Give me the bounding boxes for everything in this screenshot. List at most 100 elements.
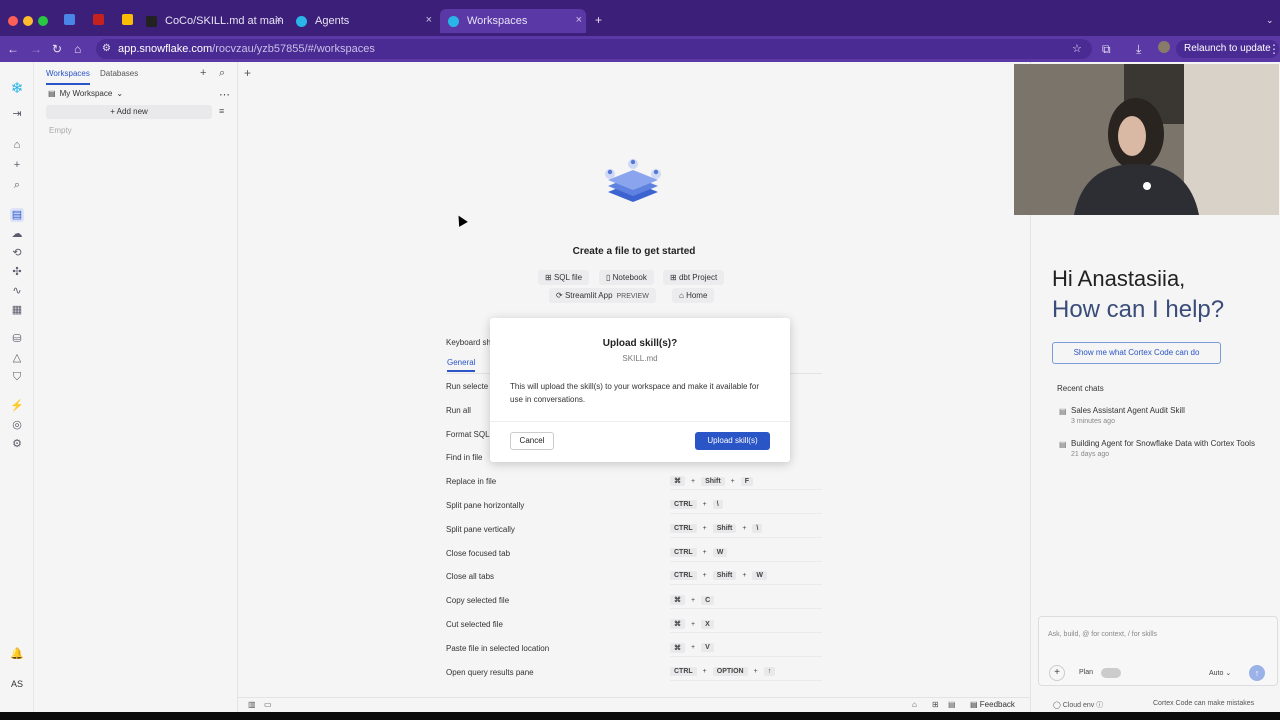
status-bar: ▥ ▭ ⌂ ⊞ ▤ ▤ Feedback	[238, 697, 1030, 712]
url-host: app.snowflake.com	[118, 43, 213, 55]
tab-workspaces-panel[interactable]: Workspaces	[46, 69, 90, 85]
new-streamlit-app-button[interactable]: ⟳ Streamlit App PREVIEW	[549, 288, 656, 303]
new-dbt-project-button[interactable]: ⊞ dbt Project	[663, 270, 725, 285]
close-tab-icon[interactable]: ×	[426, 14, 432, 26]
send-button[interactable]: ↑	[1249, 665, 1265, 681]
chat-composer[interactable]: Ask, build, @ for context, / for skills …	[1038, 616, 1278, 686]
download-icon[interactable]: ⤓	[1136, 42, 1141, 56]
add-icon[interactable]: +	[200, 67, 206, 79]
tab-title: CoCo/SKILL.md at main · Res	[165, 15, 286, 27]
new-file-tab-button[interactable]: +	[244, 66, 251, 80]
tab-workspaces[interactable]: Workspaces ×	[440, 9, 586, 33]
github-icon	[146, 15, 157, 27]
collapse-sidebar-icon[interactable]: ⇥	[10, 107, 24, 121]
close-window-button[interactable]	[8, 16, 18, 26]
home-icon[interactable]: ⌂	[912, 700, 917, 709]
close-tab-icon[interactable]: ×	[576, 14, 582, 26]
toggle-explorer-icon[interactable]: ▥	[248, 700, 256, 709]
workspace-selector[interactable]: ▤ My Workspace ⌄	[48, 89, 123, 98]
tab-github-skill[interactable]: CoCo/SKILL.md at main · Res ×	[146, 9, 286, 33]
upload-skills-button[interactable]: Upload skill(s)	[695, 432, 770, 450]
catalog-nav-icon[interactable]: ⛁	[10, 332, 24, 346]
new-tab-button[interactable]: +	[595, 13, 602, 27]
tab-agents[interactable]: Agents ×	[296, 9, 436, 33]
notifications-icon[interactable]: 🔔	[10, 647, 24, 661]
horizon-nav-icon[interactable]: △	[10, 351, 24, 365]
transformation-nav-icon[interactable]: ⟲	[10, 246, 24, 260]
shortcut-row: Close all tabs CTRL + Shift + W	[446, 571, 822, 596]
key-separator: +	[742, 572, 747, 580]
new-sql-file-button[interactable]: ⊞ SQL file	[538, 270, 590, 285]
chat-input[interactable]: Ask, build, @ for context, / for skills	[1048, 631, 1157, 638]
workspace-icon: ▤	[48, 89, 56, 98]
plan-label: Plan	[1079, 669, 1094, 676]
gmail-tab-icon[interactable]	[93, 14, 104, 25]
shortcut-label: Copy selected file	[446, 596, 510, 606]
back-icon[interactable]: ←	[7, 42, 19, 56]
browser-menu-icon[interactable]: ⋮	[1268, 42, 1280, 56]
book-icon[interactable]: ▤	[948, 700, 956, 709]
cloud-env-toggle[interactable]: ◯ Cloud env ⓘ	[1053, 700, 1103, 710]
relaunch-to-update-button[interactable]: Relaunch to update	[1176, 40, 1279, 58]
shortcut-label: Format SQL	[446, 429, 490, 439]
keep-tab-icon[interactable]	[122, 14, 133, 25]
key-cap: V	[701, 643, 714, 653]
key-separator: +	[691, 596, 696, 604]
show-me-button[interactable]: Show me what Cortex Code can do	[1052, 342, 1221, 364]
search-nav-icon[interactable]: ⌕	[10, 178, 24, 192]
maximize-window-button[interactable]	[38, 16, 48, 26]
add-new-label: Add new	[116, 107, 148, 116]
profile-avatar[interactable]	[1158, 41, 1170, 53]
snowflake-logo-icon[interactable]: ❄	[10, 81, 24, 96]
feedback-button[interactable]: ▤ Feedback	[970, 700, 1015, 709]
key-separator: +	[753, 667, 758, 675]
more-options-icon[interactable]: ⋯	[219, 88, 230, 101]
site-info-icon[interactable]: ⚙	[102, 42, 111, 56]
keyboard-shortcuts-title: Keyboard sh	[446, 338, 491, 347]
compute-nav-icon[interactable]: ◎	[10, 418, 24, 432]
ingestion-nav-icon[interactable]: ☁	[10, 227, 24, 241]
bookmark-star-icon[interactable]: ☆	[1072, 42, 1082, 56]
pinned-tab-icon[interactable]	[64, 14, 75, 25]
tab-databases-panel[interactable]: Databases	[100, 69, 138, 78]
reload-icon[interactable]: ↻	[52, 42, 62, 56]
home-nav-icon[interactable]: ⌂	[10, 138, 24, 152]
toggle-panel-icon[interactable]: ▭	[264, 700, 272, 709]
cancel-button[interactable]: Cancel	[510, 432, 554, 450]
extensions-icon[interactable]: ⧉	[1102, 42, 1111, 56]
tab-search-icon[interactable]: ⌄	[1266, 13, 1274, 27]
new-notebook-button[interactable]: ▯ Notebook	[599, 270, 654, 285]
admin-nav-icon[interactable]: ⚡	[10, 399, 24, 413]
search-icon[interactable]: ⌕	[219, 67, 225, 80]
tab-general[interactable]: General	[447, 358, 476, 372]
chat-icon: ▤	[1059, 407, 1067, 416]
navigation-rail: ❄ ⇥ ⌂ + ⌕ ▤ ☁ ⟲ ✣ ∿ ▦ ⛁ △ ⛉ ⚡ ◎ ⚙ 🔔 AS	[0, 62, 34, 712]
minimize-window-button[interactable]	[23, 16, 33, 26]
model-selector[interactable]: Auto ⌄	[1209, 669, 1231, 677]
workspace-name: My Workspace	[59, 89, 113, 98]
ai-ml-nav-icon[interactable]: ✣	[10, 265, 24, 279]
layout-icon[interactable]: ⊞	[932, 700, 939, 709]
shortcut-keys: CTRL + \	[670, 500, 723, 509]
screen-bottom-edge	[0, 712, 1280, 720]
url-field[interactable]: ⚙ app.snowflake.com/rocvzau/yzb57855/#/w…	[96, 39, 1092, 59]
close-tab-icon[interactable]: ×	[276, 14, 282, 26]
add-new-button[interactable]: + Add new	[46, 105, 212, 119]
create-icon[interactable]: +	[10, 158, 24, 172]
user-avatar[interactable]: AS	[6, 673, 28, 695]
attach-button[interactable]: +	[1049, 665, 1065, 681]
key-separator: +	[691, 477, 696, 485]
url-text: app.snowflake.com/rocvzau/yzb57855/#/wor…	[118, 43, 375, 55]
forward-icon[interactable]: →	[30, 42, 42, 56]
home-icon[interactable]: ⌂	[74, 42, 81, 56]
plan-toggle[interactable]	[1101, 668, 1121, 678]
key-separator: +	[691, 620, 696, 628]
workspaces-nav-icon[interactable]: ▤	[10, 208, 24, 222]
governance-nav-icon[interactable]: ⛉	[10, 370, 24, 384]
sort-icon[interactable]: ≡	[219, 106, 224, 116]
home-chip-button[interactable]: ⌂ Home	[672, 288, 715, 303]
monitoring-nav-icon[interactable]: ∿	[10, 284, 24, 298]
tools-nav-icon[interactable]: ⚙	[10, 437, 24, 451]
marketplace-nav-icon[interactable]: ▦	[10, 303, 24, 317]
key-cap: W	[712, 547, 728, 557]
